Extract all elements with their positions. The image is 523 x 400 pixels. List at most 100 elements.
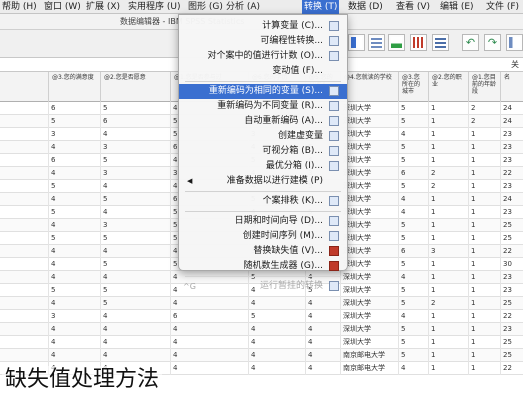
transform-menu-item[interactable]: 随机数生成器 (G)... [179, 259, 347, 274]
table-cell[interactable]: 1 [468, 180, 500, 193]
grid-icon[interactable] [410, 34, 427, 51]
table-cell[interactable]: 深圳大学 [340, 336, 398, 349]
table-cell[interactable]: 25 [500, 349, 523, 362]
chart-icon[interactable] [388, 34, 405, 51]
table-cell[interactable]: 23 [500, 141, 523, 154]
table-cell[interactable]: 25 [500, 232, 523, 245]
table-cell[interactable]: 22 [500, 310, 523, 323]
transform-menu-item[interactable]: 可视分箱 (B)... [179, 144, 347, 159]
table-cell[interactable]: 深圳大学 [340, 284, 398, 297]
table-cell[interactable]: 23 [500, 206, 523, 219]
transform-menu-item[interactable]: 替换缺失值 (V)... [179, 244, 347, 259]
transform-menu-item[interactable]: 计算变量 (C)... [179, 19, 347, 34]
table-cell[interactable]: 1 [428, 206, 468, 219]
table-cell[interactable]: 5 [398, 284, 428, 297]
table-cell[interactable]: 5 [398, 232, 428, 245]
table-cell[interactable]: 深圳大学 [340, 141, 398, 154]
transform-menu-item[interactable]: 创建虚变量 [179, 129, 347, 144]
table-cell[interactable]: 4 [48, 167, 100, 180]
table-cell[interactable]: 6 [398, 167, 428, 180]
table-cell[interactable]: 1 [428, 102, 468, 115]
table-cell[interactable]: 4 [305, 336, 340, 349]
table-cell[interactable]: 1 [468, 232, 500, 245]
table-cell[interactable]: 2 [428, 167, 468, 180]
table-cell[interactable]: 1 [468, 323, 500, 336]
table-cell[interactable]: 4 [100, 245, 170, 258]
table-cell[interactable]: 1 [428, 336, 468, 349]
menu-help[interactable]: 帮助 (H) [2, 0, 37, 14]
table-cell[interactable]: 4 [305, 362, 340, 375]
table-cell[interactable]: 22 [500, 245, 523, 258]
table-cell[interactable]: 5 [48, 206, 100, 219]
table-cell[interactable]: 4 [48, 323, 100, 336]
table-cell[interactable]: 1 [468, 154, 500, 167]
transform-menu-item[interactable]: 自动重新编码 (A)... [179, 114, 347, 129]
table-cell[interactable]: 6 [170, 310, 248, 323]
table-cell[interactable]: 深圳大学 [340, 154, 398, 167]
menu-file[interactable]: 文件 (F) [486, 0, 519, 14]
table-cell[interactable]: 4 [100, 271, 170, 284]
table-cell[interactable]: 4 [305, 297, 340, 310]
table-cell[interactable]: 3 [428, 245, 468, 258]
table-cell[interactable]: 4 [398, 128, 428, 141]
menu-graphs[interactable]: 图形 (G) [188, 0, 223, 14]
table-cell[interactable]: 3 [100, 167, 170, 180]
table-cell[interactable]: 4 [170, 362, 248, 375]
table-cell[interactable]: 4 [248, 323, 305, 336]
table-cell[interactable]: 1 [468, 310, 500, 323]
table-cell[interactable]: 深圳大学 [340, 258, 398, 271]
table-cell[interactable]: 25 [500, 336, 523, 349]
table-icon[interactable] [368, 34, 385, 51]
table-cell[interactable]: 1 [428, 349, 468, 362]
table-cell[interactable]: 1 [468, 219, 500, 232]
table-cell[interactable]: 4 [305, 349, 340, 362]
table-cell[interactable]: 5 [100, 297, 170, 310]
table-cell[interactable]: 1 [428, 154, 468, 167]
table-cell[interactable]: 3 [100, 219, 170, 232]
table-cell[interactable]: 1 [468, 297, 500, 310]
table-cell[interactable]: 23 [500, 271, 523, 284]
table-cell[interactable]: 深圳大学 [340, 323, 398, 336]
menu-transform[interactable]: 转换 (T) [302, 0, 340, 14]
table-cell[interactable]: 25 [500, 297, 523, 310]
table-cell[interactable]: 4 [100, 323, 170, 336]
table-cell[interactable]: 深圳大学 [340, 232, 398, 245]
table-cell[interactable]: 4 [48, 336, 100, 349]
table-cell[interactable]: 2 [428, 180, 468, 193]
table-cell[interactable]: 5 [100, 232, 170, 245]
table-cell[interactable]: 4 [305, 310, 340, 323]
table-cell[interactable]: 1 [428, 193, 468, 206]
table-cell[interactable]: 1 [468, 193, 500, 206]
table-cell[interactable]: 6 [48, 102, 100, 115]
table-cell[interactable]: 5 [100, 284, 170, 297]
transform-menu-item[interactable]: 对个案中的值进行计数 (O)... [179, 49, 347, 64]
table-cell[interactable]: 4 [398, 193, 428, 206]
table-cell[interactable]: 5 [398, 297, 428, 310]
table-cell[interactable]: 4 [305, 323, 340, 336]
table-cell[interactable]: 24 [500, 115, 523, 128]
table-cell[interactable]: 4 [100, 180, 170, 193]
table-cell[interactable]: 5 [48, 284, 100, 297]
table-cell[interactable]: 1 [428, 271, 468, 284]
table-cell[interactable]: 23 [500, 284, 523, 297]
table-cell[interactable]: 6 [398, 245, 428, 258]
table-cell[interactable]: 5 [398, 115, 428, 128]
table-cell[interactable]: 1 [468, 245, 500, 258]
table-cell[interactable]: 1 [468, 258, 500, 271]
spreadsheet-icon[interactable] [506, 34, 523, 51]
table-cell[interactable]: 4 [398, 310, 428, 323]
table-cell[interactable]: 1 [468, 284, 500, 297]
table-cell[interactable]: 1 [468, 167, 500, 180]
undo-icon[interactable]: ↶ [462, 34, 479, 51]
table-cell[interactable]: 6 [100, 115, 170, 128]
table-cell[interactable]: 6 [48, 154, 100, 167]
table-cell[interactable]: 5 [398, 349, 428, 362]
table-cell[interactable]: 深圳大学 [340, 167, 398, 180]
table-cell[interactable]: 4 [48, 219, 100, 232]
table-cell[interactable]: 23 [500, 180, 523, 193]
table-cell[interactable]: 22 [500, 362, 523, 375]
table-cell[interactable]: 2 [428, 297, 468, 310]
redo-icon[interactable]: ↷ [484, 34, 501, 51]
column-header[interactable]: @3.您所在的城市 [398, 72, 428, 102]
transform-menu-item[interactable]: 重新编码为相同的变量 (S)... [179, 84, 347, 99]
